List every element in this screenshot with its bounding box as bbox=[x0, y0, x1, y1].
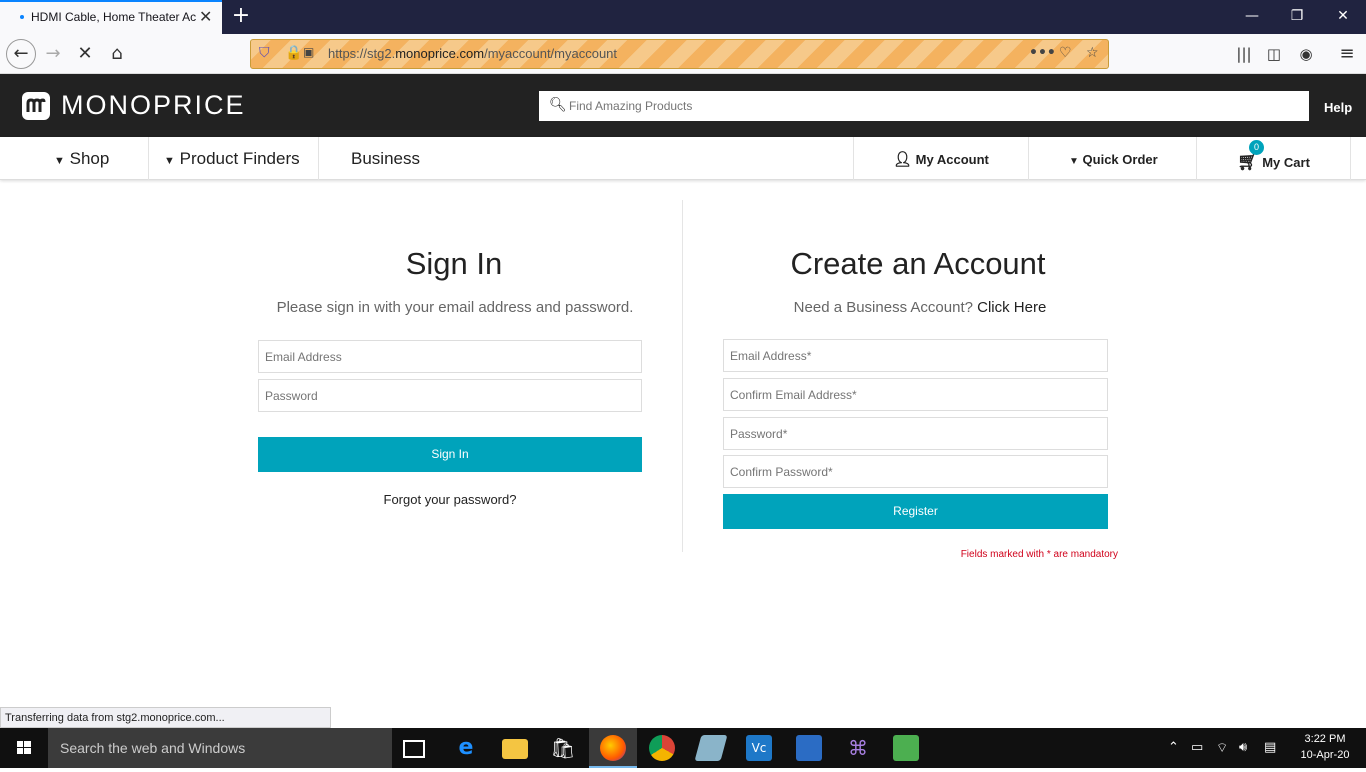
bookmark-star-icon[interactable]: ☆ bbox=[1086, 45, 1099, 61]
section-divider bbox=[682, 200, 683, 552]
chrome-icon[interactable] bbox=[649, 735, 675, 761]
url-bar[interactable]: ⛉ 🔒 ▣ https://stg2.monoprice.com/myaccou… bbox=[250, 39, 1109, 69]
tab-loading-dot bbox=[20, 15, 24, 19]
signin-subtitle: Please sign in with your email address a… bbox=[276, 299, 634, 316]
browser-tab[interactable]: HDMI Cable, Home Theater Ac ✕ bbox=[0, 0, 222, 34]
signin-button[interactable]: Sign In bbox=[258, 437, 642, 472]
minimize-button[interactable]: — bbox=[1232, 4, 1272, 28]
lock-icon[interactable]: 🔒 bbox=[285, 45, 302, 61]
nav-business[interactable]: Business bbox=[351, 137, 420, 180]
register-subtitle-text: Need a Business Account? bbox=[793, 299, 978, 316]
account-icon[interactable]: ◉ bbox=[1292, 40, 1320, 68]
home-button[interactable]: ⌂ bbox=[103, 40, 131, 68]
nav-product-finders[interactable]: ▼ Product Finders bbox=[164, 137, 300, 180]
register-confirm-email-input[interactable] bbox=[723, 378, 1108, 411]
wifi-icon[interactable]: ⌔ bbox=[1216, 740, 1228, 756]
start-button[interactable] bbox=[0, 728, 48, 768]
chevron-up-icon[interactable]: ⌃ bbox=[1168, 740, 1179, 755]
firefox-icon[interactable] bbox=[600, 735, 626, 761]
register-confirm-password-input[interactable] bbox=[723, 455, 1108, 488]
clock-date: 10-Apr-20 bbox=[1300, 749, 1350, 761]
taskbar-clock[interactable]: 3:22 PM 10-Apr-20 bbox=[1290, 731, 1360, 763]
pocket-icon[interactable]: ♡ bbox=[1059, 45, 1072, 61]
signin-password-input[interactable] bbox=[258, 379, 642, 412]
library-icon[interactable]: ||| bbox=[1230, 40, 1258, 68]
nav-shop[interactable]: ▼ Shop bbox=[54, 137, 109, 180]
clock-time: 3:22 PM bbox=[1304, 733, 1346, 745]
edge-icon[interactable]: e bbox=[453, 735, 479, 761]
battery-icon[interactable]: ▭ bbox=[1191, 740, 1203, 755]
nav-my-account[interactable]: 👤︎ My Account bbox=[893, 137, 989, 180]
shield-icon[interactable]: ⛉ bbox=[259, 45, 270, 61]
nav-divider bbox=[853, 137, 854, 180]
register-button[interactable]: Register bbox=[723, 494, 1108, 529]
volume-icon[interactable]: 🔊︎ bbox=[1239, 740, 1247, 755]
browser-navbar: ← → ✕ ⌂ ⛉ 🔒 ▣ https://stg2.monoprice.com… bbox=[0, 34, 1366, 74]
nav-divider bbox=[148, 137, 149, 180]
search-icon[interactable]: 🔍︎ bbox=[549, 97, 567, 113]
register-title: Create an Account bbox=[790, 246, 1046, 281]
menu-icon[interactable]: ≡ bbox=[1333, 40, 1361, 68]
user-icon: 👤︎ bbox=[893, 151, 913, 168]
taskbar-search[interactable]: Search the web and Windows bbox=[48, 728, 392, 768]
browser-status: Transferring data from stg2.monoprice.co… bbox=[0, 707, 331, 728]
monoprice-logo-icon[interactable] bbox=[22, 92, 50, 120]
url-text[interactable]: https://stg2.monoprice.com/myaccount/mya… bbox=[328, 46, 617, 61]
nav-divider bbox=[1196, 137, 1197, 180]
business-account-link[interactable]: Click Here bbox=[977, 299, 1046, 316]
window-app-icon[interactable] bbox=[796, 735, 822, 761]
task-view-icon[interactable] bbox=[403, 740, 425, 758]
file-explorer-icon[interactable] bbox=[502, 739, 528, 759]
forgot-password-link[interactable]: Forgot your password? bbox=[258, 492, 642, 507]
back-button[interactable]: ← bbox=[6, 39, 36, 69]
spreadsheet-icon[interactable] bbox=[893, 735, 919, 761]
caret-down-icon: ▼ bbox=[164, 155, 175, 167]
search-input[interactable] bbox=[569, 91, 1299, 121]
visual-studio-icon[interactable]: ⌘ bbox=[845, 735, 871, 761]
tab-title: HDMI Cable, Home Theater Ac bbox=[31, 10, 197, 24]
signin-email-input[interactable] bbox=[258, 340, 642, 373]
signin-title: Sign In bbox=[405, 246, 503, 281]
caret-down-icon: ▼ bbox=[1069, 156, 1079, 167]
close-window-button[interactable]: ✕ bbox=[1323, 4, 1363, 28]
logo-text[interactable]: MONOPRICE bbox=[61, 90, 246, 121]
nav-divider bbox=[1350, 137, 1351, 180]
restore-button[interactable]: ❐ bbox=[1277, 4, 1317, 28]
store-icon[interactable]: 🛍︎ bbox=[550, 735, 576, 761]
cart-count-badge: 0 bbox=[1249, 140, 1264, 155]
register-email-input[interactable] bbox=[723, 339, 1108, 372]
forward-button[interactable]: → bbox=[39, 40, 67, 68]
nav-quick-order[interactable]: ▼ Quick Order bbox=[1069, 137, 1158, 180]
help-link[interactable]: Help bbox=[1324, 100, 1352, 115]
nav-divider bbox=[1028, 137, 1029, 180]
nav-divider bbox=[318, 137, 319, 180]
register-password-input[interactable] bbox=[723, 417, 1108, 450]
site-search[interactable]: 🔍︎ bbox=[539, 91, 1309, 121]
vscode-icon[interactable]: Vc bbox=[746, 735, 772, 761]
notification-icon[interactable]: ▤ bbox=[1264, 740, 1276, 755]
remote-control-icon[interactable]: ▣ bbox=[303, 45, 314, 59]
mandatory-note: Fields marked with * are mandatory bbox=[960, 549, 1118, 560]
stop-button[interactable]: ✕ bbox=[71, 40, 99, 68]
caret-down-icon: ▼ bbox=[54, 155, 65, 167]
register-subtitle: Need a Business Account? Click Here bbox=[722, 299, 1118, 316]
tab-close-icon[interactable]: ✕ bbox=[199, 8, 212, 26]
page-actions-icon[interactable]: ••• bbox=[1029, 45, 1056, 61]
nav-my-cart[interactable]: 🛒︎ My Cart bbox=[1237, 139, 1310, 182]
new-tab-button[interactable]: + bbox=[229, 3, 253, 29]
sidebar-icon[interactable]: ◫ bbox=[1260, 40, 1288, 68]
